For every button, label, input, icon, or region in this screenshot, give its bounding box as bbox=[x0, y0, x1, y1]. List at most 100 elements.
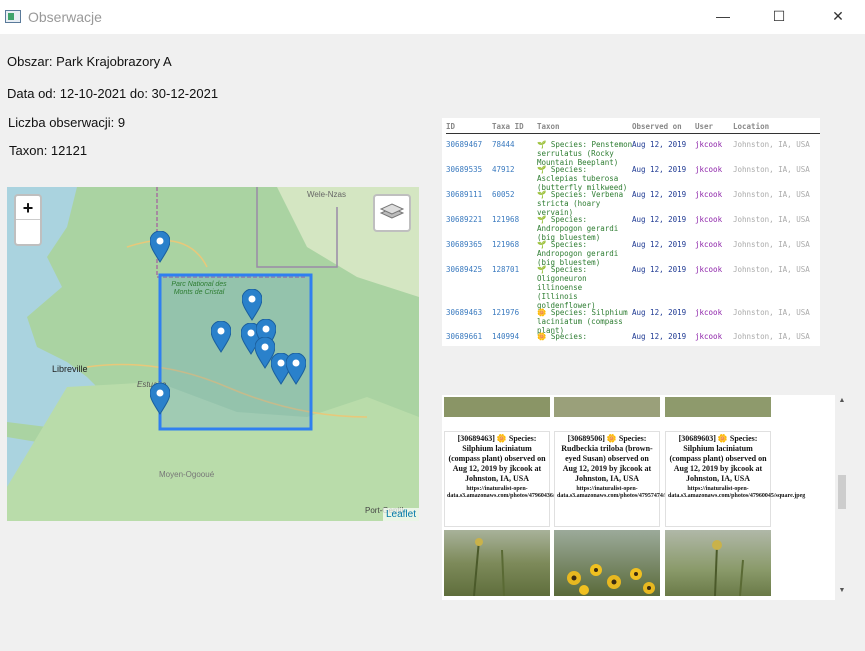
row-taxa-id: 128701 bbox=[492, 265, 520, 274]
card-caption: [30689506] 🌼 Species: Rudbeckia triloba … bbox=[561, 434, 653, 483]
map-view[interactable]: Wele-Nzas Libreville Estuaire Moyen-Ogoo… bbox=[7, 187, 419, 521]
row-taxa-id: 121968 bbox=[492, 240, 520, 249]
maximize-button[interactable]: ☐ bbox=[756, 0, 802, 32]
row-user: jkcook bbox=[695, 308, 723, 317]
row-observed-on: Aug 12, 2019 bbox=[632, 165, 687, 174]
column-header-taxon[interactable]: Taxon bbox=[537, 122, 560, 131]
app-icon bbox=[5, 10, 21, 23]
area-label: Obszar: Park Krajobrazory A bbox=[7, 54, 172, 69]
row-taxon: 🌱 Species: Andropogon gerardi (big blues… bbox=[537, 215, 619, 242]
layers-icon bbox=[379, 203, 405, 219]
photo-thumbnail[interactable] bbox=[665, 530, 771, 596]
observation-count-label: Liczba obserwacji: 9 bbox=[8, 115, 126, 130]
row-observed-on: Aug 12, 2019 bbox=[632, 140, 687, 149]
row-id: 30689425 bbox=[446, 265, 483, 274]
row-location: Johnston, IA, USA bbox=[733, 332, 810, 341]
photo-thumbnail[interactable] bbox=[444, 530, 550, 596]
column-header-user[interactable]: User bbox=[695, 122, 713, 131]
photo-thumbnail[interactable] bbox=[554, 530, 660, 596]
flowers-photo-icon bbox=[567, 564, 655, 595]
row-observed-on: Aug 12, 2019 bbox=[632, 215, 687, 224]
row-taxa-id: 60052 bbox=[492, 190, 515, 199]
column-header-location[interactable]: Location bbox=[733, 122, 769, 131]
observations-table[interactable]: ID Taxa ID Taxon Observed on User Locati… bbox=[442, 118, 842, 346]
row-user: jkcook bbox=[695, 240, 723, 249]
row-taxa-id: 47912 bbox=[492, 165, 515, 174]
map-marker-icon[interactable] bbox=[150, 383, 170, 415]
map-tiles: Wele-Nzas Libreville Estuaire Moyen-Ogoo… bbox=[7, 187, 419, 521]
minimize-button[interactable]: — bbox=[700, 0, 746, 32]
photo-thumbnail[interactable] bbox=[444, 397, 550, 417]
plant-photo-icon bbox=[712, 540, 744, 596]
card-url[interactable]: https://inaturalist-open-data.s3.amazona… bbox=[445, 486, 584, 500]
column-header-taxa-id[interactable]: Taxa ID bbox=[492, 122, 524, 131]
close-button[interactable]: ✕ bbox=[815, 0, 861, 32]
row-taxon: 🌼 Species: bbox=[537, 332, 587, 341]
gallery-scrollbar[interactable]: ▲ ▼ bbox=[835, 395, 849, 600]
gallery-card[interactable]: [30689603] 🌼 Species: Silphium laciniatu… bbox=[665, 431, 805, 527]
scroll-down-arrow-icon[interactable]: ▼ bbox=[838, 587, 846, 594]
card-caption: [30689603] 🌼 Species: Silphium laciniatu… bbox=[669, 434, 767, 483]
row-id: 30689467 bbox=[446, 140, 483, 149]
row-user: jkcook bbox=[695, 140, 723, 149]
scrollbar-thumb[interactable] bbox=[838, 475, 846, 509]
row-taxon: 🌱 Species: Penstemon serrulatus (Rocky M… bbox=[537, 140, 633, 167]
row-taxon: 🌱 Species: Asclepias tuberosa (butterfly… bbox=[537, 165, 628, 192]
map-marker-icon[interactable] bbox=[242, 289, 262, 321]
row-taxon: 🌱 Species: Verbena stricta (hoary vervai… bbox=[537, 190, 624, 217]
scroll-up-arrow-icon[interactable]: ▲ bbox=[838, 397, 846, 404]
card-url[interactable]: https://inaturalist-open-data.s3.amazona… bbox=[555, 486, 694, 500]
column-header-observed-on[interactable]: Observed on bbox=[632, 122, 682, 131]
row-user: jkcook bbox=[695, 265, 723, 274]
row-taxon: 🌼 Species: Silphium laciniatum (compass … bbox=[537, 308, 628, 335]
row-taxon: 🌱 Species: Oligoneuron illinoense (Illin… bbox=[537, 265, 596, 310]
row-taxa-id: 121968 bbox=[492, 215, 520, 224]
row-taxon: 🌱 Species: Andropogon gerardi (big blues… bbox=[537, 240, 619, 267]
row-location: Johnston, IA, USA bbox=[733, 308, 810, 317]
layers-button[interactable] bbox=[373, 194, 411, 232]
row-location: Johnston, IA, USA bbox=[733, 215, 810, 224]
map-label-city: Libreville bbox=[52, 364, 88, 374]
photo-thumbnail[interactable] bbox=[554, 397, 660, 417]
table-header-divider bbox=[446, 133, 822, 134]
date-range-label: Data od: 12-10-2021 do: 30-12-2021 bbox=[7, 86, 219, 101]
row-location: Johnston, IA, USA bbox=[733, 265, 810, 274]
row-user: jkcook bbox=[695, 165, 723, 174]
row-id: 30689221 bbox=[446, 215, 483, 224]
row-id: 30689535 bbox=[446, 165, 483, 174]
table-scroll-gutter bbox=[820, 118, 842, 346]
row-location: Johnston, IA, USA bbox=[733, 140, 810, 149]
column-header-id[interactable]: ID bbox=[446, 122, 455, 131]
row-observed-on: Aug 12, 2019 bbox=[632, 265, 687, 274]
map-marker-icon[interactable] bbox=[150, 231, 170, 263]
map-label-region-top: Wele-Nzas bbox=[307, 190, 346, 199]
window-title: Obserwacje bbox=[28, 9, 102, 25]
photo-gallery[interactable]: [30689463] 🌼 Species: Silphium laciniatu… bbox=[442, 395, 849, 600]
card-caption: [30689463] 🌼 Species: Silphium laciniatu… bbox=[448, 434, 546, 483]
plant-photo-icon bbox=[473, 538, 505, 596]
map-marker-icon[interactable] bbox=[211, 321, 231, 353]
zoom-out-button[interactable] bbox=[16, 220, 40, 244]
row-taxa-id: 140994 bbox=[492, 332, 520, 341]
row-id: 30689365 bbox=[446, 240, 483, 249]
map-attribution[interactable]: Leaflet bbox=[382, 508, 419, 521]
row-user: jkcook bbox=[695, 215, 723, 224]
row-taxa-id: 78444 bbox=[492, 140, 515, 149]
row-id: 30689111 bbox=[446, 190, 483, 199]
row-id: 30689463 bbox=[446, 308, 483, 317]
row-user: jkcook bbox=[695, 190, 723, 199]
row-observed-on: Aug 12, 2019 bbox=[632, 308, 687, 317]
row-location: Johnston, IA, USA bbox=[733, 190, 810, 199]
row-location: Johnston, IA, USA bbox=[733, 240, 810, 249]
map-marker-icon[interactable] bbox=[286, 353, 306, 385]
map-label-park: Parc National des Monts de Cristal bbox=[171, 281, 227, 296]
card-url[interactable]: https://inaturalist-open-data.s3.amazona… bbox=[666, 486, 805, 500]
zoom-in-button[interactable]: + bbox=[16, 196, 40, 220]
taxon-label: Taxon: 12121 bbox=[9, 143, 88, 158]
row-location: Johnston, IA, USA bbox=[733, 165, 810, 174]
row-observed-on: Aug 12, 2019 bbox=[632, 240, 687, 249]
gallery-card[interactable]: [30689506] 🌼 Species: Rudbeckia triloba … bbox=[554, 431, 694, 527]
photo-thumbnail[interactable] bbox=[665, 397, 771, 417]
row-user: jkcook bbox=[695, 332, 723, 341]
gallery-card[interactable]: [30689463] 🌼 Species: Silphium laciniatu… bbox=[444, 431, 584, 527]
